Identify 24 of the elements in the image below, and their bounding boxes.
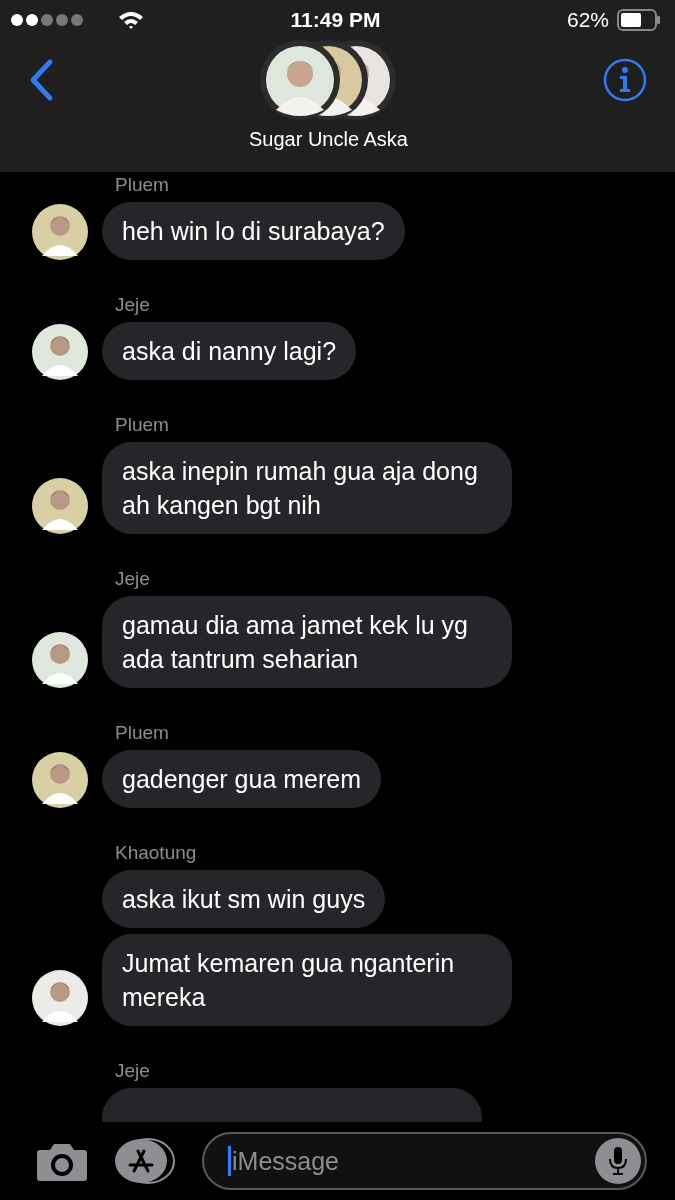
message-bubble: aska ikut sm win guys: [102, 870, 386, 928]
sender-name: Pluem: [115, 174, 170, 196]
conversation-title: Sugar Uncle Aska: [249, 128, 408, 151]
message-field[interactable]: iMessage: [202, 1132, 647, 1190]
message-bubble: aska inepin rumah gua aja dong ah kangen bgt nih: [102, 442, 512, 534]
message-bubble: heh win lo di surabaya?: [102, 202, 405, 260]
info-button[interactable]: [603, 58, 647, 102]
sender-name: Jeje: [115, 294, 151, 316]
battery-percent: 62%: [566, 8, 609, 32]
sender-name: Khaotung: [115, 842, 198, 864]
microphone-icon: [608, 1146, 628, 1176]
battery-icon: [617, 9, 661, 31]
app-store-button[interactable]: [114, 1138, 176, 1184]
sender-name: Jeje: [115, 1060, 151, 1082]
message-bubble: aska di nanny lagi?: [102, 322, 357, 380]
message-bubble: gamau dia ama jamet kek lu yg ada tantrum seharian: [102, 596, 512, 688]
sender-name: Pluem: [115, 722, 170, 744]
back-button[interactable]: [28, 58, 54, 102]
wifi-icon: [118, 10, 144, 30]
clock-time: 11:49 PM: [290, 8, 381, 32]
sender-name: Jeje: [115, 568, 151, 590]
message-bubble: Jumat kemaren gua nganterin mereka: [102, 934, 512, 1026]
sender-name: Pluem: [115, 414, 170, 436]
message-bubble: gadenger gua merem: [102, 750, 382, 808]
